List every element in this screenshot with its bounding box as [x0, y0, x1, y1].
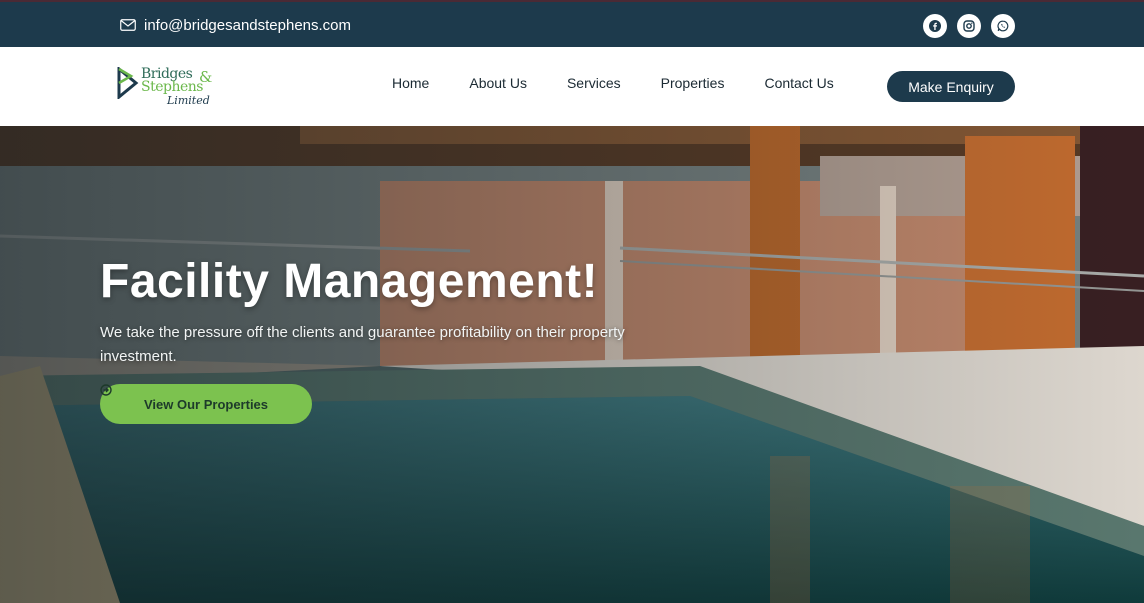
site-header: Bridges & Stephens Limited Home About Us… — [0, 47, 1144, 126]
email-text: info@bridgesandstephens.com — [144, 16, 352, 34]
hero-section: Facility Management! We take the pressur… — [0, 126, 1144, 603]
nav-services[interactable]: Services — [567, 75, 621, 91]
logo-text-limited: Limited — [167, 94, 210, 107]
nav-home[interactable]: Home — [392, 75, 429, 91]
logo-text-stephens: Stephens — [141, 79, 203, 95]
email-link[interactable]: info@bridgesandstephens.com — [120, 14, 351, 36]
logo-b-mark — [117, 67, 139, 99]
instagram-icon[interactable] — [957, 14, 981, 38]
facebook-icon[interactable] — [923, 14, 947, 38]
whatsapp-icon[interactable] — [991, 14, 1015, 38]
hero-description: We take the pressure off the clients and… — [100, 324, 625, 365]
arrow-circle-right-icon — [100, 384, 112, 396]
nav-properties[interactable]: Properties — [661, 75, 725, 91]
view-properties-button[interactable]: View Our Properties — [100, 384, 312, 424]
nav-contact-us[interactable]: Contact Us — [764, 75, 833, 91]
hero-title: Facility Management! — [100, 255, 599, 308]
top-bar: info@bridgesandstephens.com — [0, 0, 1144, 47]
view-properties-label: View Our Properties — [143, 396, 269, 412]
make-enquiry-button[interactable]: Make Enquiry — [887, 71, 1015, 102]
brand-logo[interactable]: Bridges & Stephens Limited — [117, 65, 221, 109]
nav-about-us[interactable]: About Us — [469, 75, 527, 91]
envelope-icon — [120, 19, 136, 31]
social-links — [923, 14, 1015, 38]
main-nav: Home About Us Services Properties Contac… — [392, 75, 874, 91]
